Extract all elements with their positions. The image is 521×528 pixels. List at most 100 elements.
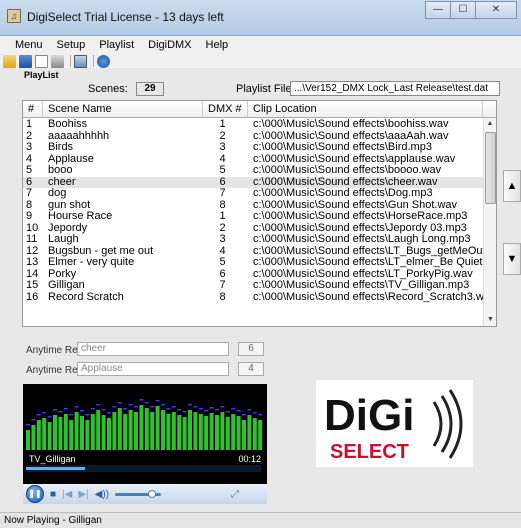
- eq-bar: [252, 418, 257, 450]
- move-down-button[interactable]: ▼: [503, 243, 521, 275]
- row-number: 9: [26, 211, 33, 222]
- toolbar: [0, 54, 521, 68]
- menu-menu[interactable]: Menu: [8, 39, 50, 51]
- menu-help[interactable]: Help: [199, 39, 236, 51]
- move-up-button[interactable]: ▲: [503, 170, 521, 202]
- eq-peak: [123, 408, 128, 410]
- row-scene-name: Applause: [48, 153, 94, 165]
- row-scene-name: Jepordy: [48, 222, 88, 234]
- eq-peak: [36, 414, 41, 416]
- table-row[interactable]: 6 cheer 6 c:\000\Music\Sound effects\cheer.…: [23, 176, 484, 188]
- volume-slider[interactable]: [115, 489, 161, 498]
- scroll-down-arrow[interactable]: ▼: [484, 314, 496, 326]
- table-row[interactable]: 1 Boohiss 1 c:\000\Music\Sound effects\booh…: [23, 119, 484, 131]
- table-row[interactable]: 15 Gilligan 7 c:\000\Music\Sound effects\TV…: [23, 280, 484, 292]
- help-icon[interactable]: [97, 54, 110, 68]
- next-button[interactable]: ▶|: [78, 489, 88, 500]
- save-icon[interactable]: [19, 54, 32, 68]
- eq-bar: [177, 415, 182, 450]
- row-dmx: 5: [219, 257, 226, 268]
- svg-text:SELECT: SELECT: [330, 441, 409, 463]
- eq-bar: [198, 414, 203, 450]
- table-row[interactable]: 8 gun shot 8 c:\000\Music\Sound effects\Gun…: [23, 200, 484, 212]
- table-scrollbar[interactable]: ▲ ▼: [483, 118, 496, 326]
- table-row[interactable]: 7 dog 7 c:\000\Music\Sound effects\Dog.mp3: [23, 188, 484, 200]
- table-row[interactable]: 12 Bugsbun - get me out 4 c:\000\Music\Soun…: [23, 246, 484, 258]
- table-row[interactable]: 5 booo 5 c:\000\Music\Sound effects\boooo.w…: [23, 165, 484, 177]
- pause-button[interactable]: ❚❚: [26, 485, 44, 503]
- scroll-up-arrow[interactable]: ▲: [484, 118, 496, 130]
- row-dmx: 4: [219, 245, 226, 257]
- eq-peak: [134, 406, 138, 408]
- col-number[interactable]: #: [23, 101, 43, 117]
- menu-digidmx[interactable]: DigiDMX: [141, 39, 198, 51]
- menu-playlist[interactable]: Playlist: [92, 39, 141, 51]
- seek-bar[interactable]: [26, 465, 262, 472]
- eq-bar: [74, 412, 79, 450]
- row-clip-location: c:\000\Music\Sound effects\Gun Shot.wav: [253, 199, 458, 211]
- open-folder-icon[interactable]: [3, 54, 16, 68]
- row-clip-location: c:\000\Music\Sound effects\Jepordy 03.mp…: [253, 222, 467, 234]
- minimize-button[interactable]: —: [425, 1, 451, 19]
- row-number: 5: [26, 165, 33, 176]
- monitor-icon[interactable]: [74, 54, 87, 68]
- table-row[interactable]: 9 Hourse Race 1 c:\000\Music\Sound effects\…: [23, 211, 484, 223]
- eq-bar: [134, 412, 138, 450]
- col-scene-name[interactable]: Scene Name: [43, 101, 203, 117]
- eq-peak: [252, 412, 257, 414]
- menu-setup[interactable]: Setup: [50, 39, 93, 51]
- recall-2-field[interactable]: Applause: [77, 362, 229, 376]
- eq-bar: [242, 420, 246, 450]
- eq-bar: [112, 412, 117, 450]
- eq-bar: [155, 406, 160, 450]
- fullscreen-icon[interactable]: ⤢: [231, 489, 239, 500]
- table-row[interactable]: 10 Jepordy 2 c:\000\Music\Sound effects\Jep…: [23, 223, 484, 235]
- volume-icon[interactable]: ◀)): [95, 489, 109, 500]
- col-dmx[interactable]: DMX #: [203, 101, 248, 117]
- row-scene-name: Bugsbun - get me out: [48, 245, 154, 257]
- equalizer-visualizer: [26, 399, 263, 450]
- row-clip-location: c:\000\Music\Sound effects\aaaAah.wav: [253, 130, 449, 142]
- row-number: 11: [26, 234, 38, 245]
- eq-bar: [258, 420, 263, 450]
- eq-bar: [42, 418, 47, 450]
- table-row[interactable]: 16 Record Scratch 8 c:\000\Music\Sound effe…: [23, 292, 484, 304]
- table-row[interactable]: 13 Elmer - very quite 5 c:\000\Music\Sound …: [23, 257, 484, 269]
- playlist-file-label: Playlist File:: [236, 83, 295, 95]
- playlist-file-field[interactable]: ...\Ver152_DMX Lock_Last Release\test.da…: [290, 81, 500, 96]
- toolbar-separator: [70, 55, 71, 67]
- eq-bar: [85, 420, 90, 450]
- previous-button[interactable]: |◀: [62, 489, 72, 500]
- row-dmx: 7: [219, 188, 226, 199]
- row-dmx: 8: [219, 199, 226, 211]
- eq-peak: [161, 404, 165, 406]
- row-number: 4: [26, 153, 33, 165]
- recall-1-field[interactable]: cheer: [77, 342, 229, 356]
- volume-knob[interactable]: [147, 489, 156, 498]
- row-dmx: 6: [219, 268, 226, 280]
- print-icon[interactable]: [51, 54, 64, 68]
- eq-bar: [166, 414, 171, 450]
- table-row[interactable]: 14 Porky 6 c:\000\Music\Sound effects\LT_Po…: [23, 269, 484, 281]
- row-dmx: 3: [219, 142, 226, 153]
- eq-peak: [171, 406, 176, 408]
- svg-text:DiGi: DiGi: [324, 391, 414, 440]
- row-dmx: 5: [219, 165, 226, 176]
- col-clip-location[interactable]: Clip Location: [248, 101, 483, 117]
- close-button[interactable]: ✕: [475, 1, 517, 19]
- table-row[interactable]: 11 Laugh 3 c:\000\Music\Sound effects\Laugh…: [23, 234, 484, 246]
- maximize-button[interactable]: ☐: [450, 1, 476, 19]
- stop-button[interactable]: ■: [50, 489, 56, 500]
- eq-bar: [171, 412, 176, 450]
- eq-peak: [209, 407, 214, 409]
- eq-bar: [101, 415, 106, 450]
- table-row[interactable]: 2 aaaaahhhhh 2 c:\000\Music\Sound effects\a…: [23, 131, 484, 143]
- eq-bar: [144, 408, 149, 450]
- eq-peak: [150, 406, 155, 408]
- new-document-icon[interactable]: [35, 54, 48, 68]
- table-row[interactable]: 3 Birds 3 c:\000\Music\Sound effects\Bird.m…: [23, 142, 484, 154]
- table-row[interactable]: 4 Applause 4 c:\000\Music\Sound effects\app…: [23, 154, 484, 166]
- eq-bar: [220, 412, 225, 450]
- eq-peak: [220, 406, 225, 408]
- scroll-thumb[interactable]: [485, 132, 496, 204]
